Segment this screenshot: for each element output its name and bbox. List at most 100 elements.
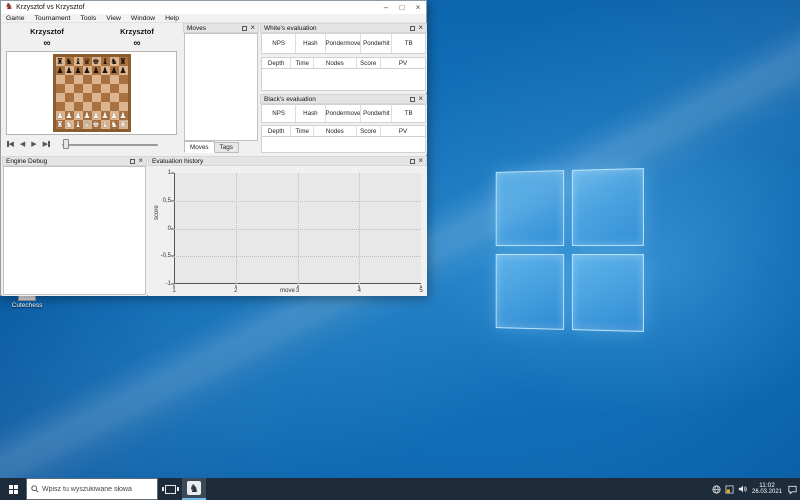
maximize-button[interactable]: □ <box>394 1 410 14</box>
board-square[interactable] <box>65 102 74 111</box>
column-header-pv[interactable]: PV <box>381 58 425 68</box>
board-square[interactable] <box>74 84 83 93</box>
board-square[interactable] <box>56 102 65 111</box>
board-square[interactable]: ♟ <box>83 111 92 120</box>
minimize-button[interactable]: – <box>378 1 394 14</box>
board-square[interactable] <box>119 93 128 102</box>
network-globe-icon[interactable] <box>710 478 723 500</box>
board-square[interactable] <box>74 93 83 102</box>
close-panel-icon[interactable]: × <box>418 25 423 31</box>
board-square[interactable]: ♚ <box>92 57 101 66</box>
board-square[interactable] <box>65 84 74 93</box>
board-square[interactable]: ♟ <box>110 66 119 75</box>
board-square[interactable]: ♝ <box>101 57 110 66</box>
column-header-nodes[interactable]: Nodes <box>314 58 356 68</box>
board-square[interactable]: ♜ <box>119 120 128 129</box>
board-square[interactable]: ♞ <box>65 57 74 66</box>
board-square[interactable] <box>119 84 128 93</box>
board-square[interactable]: ♛ <box>83 120 92 129</box>
search-input[interactable] <box>42 486 152 493</box>
board-square[interactable] <box>56 84 65 93</box>
board-square[interactable]: ♜ <box>56 57 65 66</box>
board-square[interactable]: ♝ <box>74 57 83 66</box>
move-slider[interactable] <box>62 139 158 149</box>
board-square[interactable]: ♟ <box>110 111 119 120</box>
board-square[interactable] <box>110 102 119 111</box>
board-square[interactable]: ♝ <box>74 120 83 129</box>
column-header-tb[interactable]: TB <box>392 34 425 53</box>
white-eval-table-body[interactable] <box>261 69 426 91</box>
board-square[interactable] <box>92 75 101 84</box>
column-header-tb[interactable]: TB <box>392 105 425 122</box>
board-square[interactable] <box>56 75 65 84</box>
column-header-hash[interactable]: Hash <box>296 105 325 122</box>
board-square[interactable] <box>110 84 119 93</box>
float-panel-icon[interactable] <box>242 26 247 31</box>
engine-debug-log[interactable] <box>3 166 146 295</box>
board-square[interactable]: ♟ <box>92 66 101 75</box>
column-header-score[interactable]: Score <box>357 126 381 136</box>
board-square[interactable]: ♟ <box>74 111 83 120</box>
board-square[interactable]: ♟ <box>101 66 110 75</box>
close-button[interactable]: × <box>410 1 426 14</box>
board-square[interactable] <box>92 93 101 102</box>
taskbar-clock[interactable]: 11:02 26.03.2021 <box>749 482 785 496</box>
tab-moves[interactable]: Moves <box>184 141 215 153</box>
board-square[interactable] <box>65 75 74 84</box>
chess-board[interactable]: ♜♞♝♛♚♝♞♜♟♟♟♟♟♟♟♟♟♟♟♟♟♟♟♟♜♞♝♛♚♝♞♜ <box>53 54 131 132</box>
column-header-depth[interactable]: Depth <box>262 58 291 68</box>
board-square[interactable] <box>101 75 110 84</box>
board-square[interactable]: ♞ <box>110 57 119 66</box>
board-square[interactable]: ♟ <box>119 66 128 75</box>
board-square[interactable] <box>74 75 83 84</box>
menu-item-view[interactable]: View <box>101 15 126 22</box>
board-square[interactable]: ♟ <box>83 66 92 75</box>
column-header-nps[interactable]: NPS <box>262 34 296 53</box>
board-square[interactable] <box>101 84 110 93</box>
skip-to-end-button[interactable]: ▶ <box>43 140 50 148</box>
menu-item-game[interactable]: Game <box>1 15 30 22</box>
board-square[interactable]: ♟ <box>56 111 65 120</box>
board-square[interactable] <box>83 75 92 84</box>
volume-icon[interactable] <box>736 478 749 500</box>
board-square[interactable] <box>110 93 119 102</box>
float-panel-icon[interactable] <box>410 26 415 31</box>
board-square[interactable]: ♟ <box>65 66 74 75</box>
float-panel-icon[interactable] <box>410 159 415 164</box>
board-square[interactable]: ♜ <box>56 120 65 129</box>
slider-handle[interactable] <box>63 139 69 149</box>
board-square[interactable]: ♚ <box>92 120 101 129</box>
board-square[interactable] <box>83 84 92 93</box>
skip-to-start-button[interactable]: ◀ <box>7 140 14 148</box>
moves-list[interactable] <box>184 33 258 141</box>
board-square[interactable] <box>83 102 92 111</box>
board-square[interactable]: ♟ <box>74 66 83 75</box>
board-square[interactable]: ♝ <box>101 120 110 129</box>
board-square[interactable]: ♟ <box>56 66 65 75</box>
float-panel-icon[interactable] <box>410 97 415 102</box>
board-square[interactable] <box>92 102 101 111</box>
column-header-score[interactable]: Score <box>357 58 381 68</box>
action-center-button[interactable] <box>785 478 800 500</box>
board-square[interactable]: ♟ <box>92 111 101 120</box>
column-header-nodes[interactable]: Nodes <box>314 126 356 136</box>
taskbar-app-chess[interactable]: ♞ <box>182 478 206 500</box>
board-square[interactable] <box>101 93 110 102</box>
board-square[interactable]: ♛ <box>83 57 92 66</box>
close-panel-icon[interactable]: × <box>418 96 423 102</box>
board-square[interactable] <box>119 102 128 111</box>
taskbar-search[interactable] <box>26 478 158 500</box>
board-square[interactable]: ♜ <box>119 57 128 66</box>
board-square[interactable] <box>74 102 83 111</box>
menu-item-help[interactable]: Help <box>160 15 184 22</box>
menu-item-window[interactable]: Window <box>126 15 160 22</box>
column-header-ponderhit[interactable]: Ponderhit <box>361 34 392 53</box>
board-square[interactable] <box>65 93 74 102</box>
board-square[interactable] <box>83 93 92 102</box>
tray-app-icon[interactable] <box>723 478 736 500</box>
column-header-time[interactable]: Time <box>291 58 314 68</box>
board-square[interactable]: ♞ <box>65 120 74 129</box>
board-square[interactable]: ♟ <box>101 111 110 120</box>
close-panel-icon[interactable]: × <box>138 158 143 164</box>
board-square[interactable]: ♞ <box>110 120 119 129</box>
